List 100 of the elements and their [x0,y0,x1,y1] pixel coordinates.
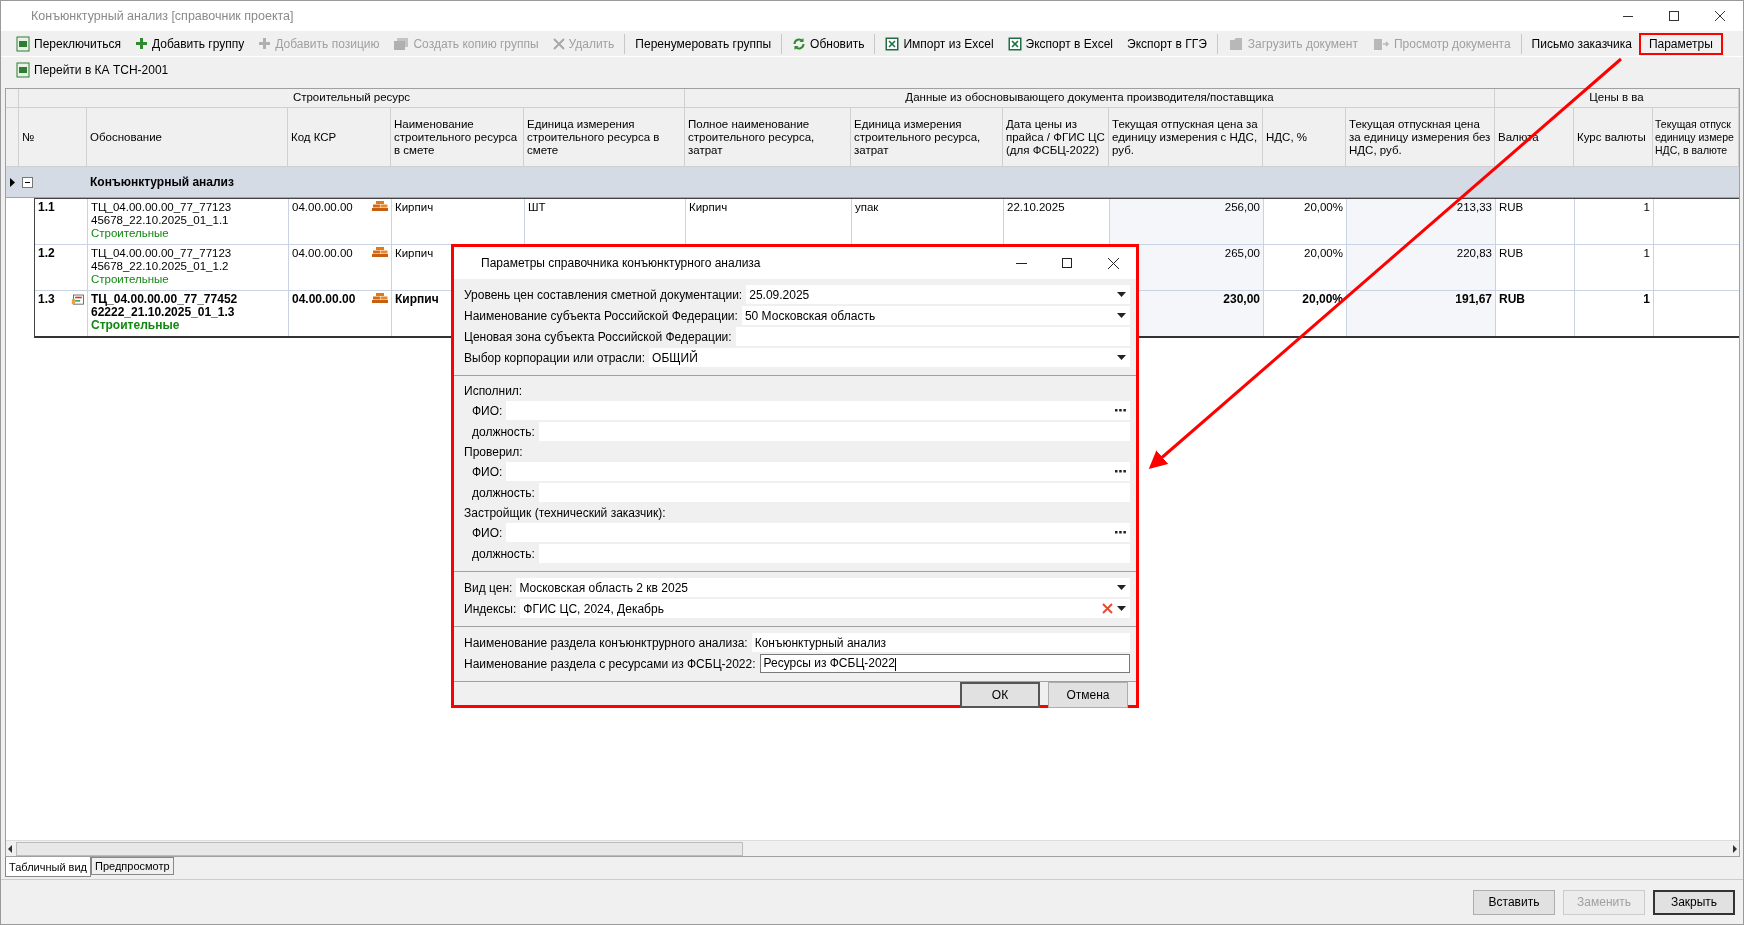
column-header[interactable]: Обоснование [87,108,288,167]
dropdown-field[interactable]: ОБЩИЙ [649,348,1130,367]
field-label: Вид цен: [464,580,513,595]
maximize-icon[interactable] [1062,258,1072,268]
close-icon[interactable] [1107,257,1119,269]
toolbar-button[interactable]: Перенумеровать группы [628,32,779,55]
table-cell: 20,00% [1302,292,1343,306]
table-cell: 220,83 [1456,247,1492,259]
table-cell: RUB [1499,247,1524,259]
field-label: ФИО: [472,525,503,540]
plus-icon [135,37,148,50]
collapse-icon[interactable] [22,176,33,188]
toolbar-button[interactable]: Экспорт в ГГЭ [1120,32,1214,55]
column-header[interactable]: Код КСР [288,108,391,167]
column-header[interactable]: Единица измерения строительного ресурса, затрат [851,108,1003,167]
column-header[interactable]: Дата цены из прайса / ФГИС ЦС (для ФСБЦ-2022) [1003,108,1109,167]
toolbar-button[interactable]: Обновить [785,32,872,55]
field-label: Ценовая зона субъекта Российской Федерации: [464,329,732,344]
minimize-icon[interactable] [1015,262,1027,264]
input-field[interactable] [506,462,1130,481]
table-cell: 20,00% [1304,247,1343,259]
row-number: 1.1 [38,201,55,214]
table-cell: RUB [1499,292,1525,306]
view-tab[interactable]: Предпросмотр [91,857,174,875]
table-cell: 04.00.00.00 [292,201,353,214]
ellipsis-icon[interactable] [1115,409,1126,412]
table-cell: 1 [1643,247,1650,259]
close-icon[interactable] [1715,11,1725,21]
table-cell: Кирпич [395,292,439,306]
column-header[interactable]: Текущая отпускная цена за единицу измерения с НДС, руб. [1109,108,1263,167]
toolbar-button[interactable]: Переключиться [9,32,128,55]
table-cell: 213,33 [1456,201,1492,213]
dropdown-field[interactable]: 50 Московская область [741,306,1130,325]
dropdown-arrow-icon[interactable] [1117,585,1126,590]
toolbar-button[interactable]: Параметры [1638,32,1723,55]
dropdown-arrow-icon[interactable] [1117,355,1126,360]
column-header[interactable]: № [19,108,87,167]
spreadsheet-icon [885,36,900,51]
category-label: Строительные [91,273,170,286]
minimize-icon[interactable] [1623,15,1633,17]
plus-icon [258,37,272,50]
column-header[interactable]: Полное наименование строительного ресурса, затрат [685,108,851,167]
document-icon [16,35,30,52]
field-label: Наименование раздела конъюнктрурного анализа: [464,635,748,650]
ellipsis-icon[interactable] [1115,531,1126,534]
toolbar-button[interactable]: Экспорт в Excel [1000,32,1121,55]
field-label: должность: [472,424,535,439]
table-cell: RUB [1499,201,1524,213]
document-icon [16,61,30,78]
column-header[interactable]: Единица измерения строительного ресурса в смете [524,108,685,167]
field-label: Выбор корпорации или отрасли: [464,350,646,365]
ellipsis-icon[interactable] [1115,470,1126,473]
input-field[interactable] [506,401,1130,420]
column-header[interactable]: Курс валюты [1574,108,1653,167]
scroll-right-icon[interactable] [1731,844,1739,853]
input-field[interactable] [506,523,1130,542]
input-field[interactable]: Конъюнктурный анализ [751,633,1130,652]
column-header[interactable]: Текущая отпуск единицу измере НДС, в валюте [1653,108,1739,167]
column-header[interactable]: Текущая отпускная цена за единицу измерения без НДС, руб. [1346,108,1495,167]
dropdown-field[interactable]: 25.09.2025 [746,285,1130,304]
toolbar-button[interactable]: Письмо заказчика [1524,32,1639,55]
dropdown-field[interactable]: Московская область 2 кв 2025 [516,578,1130,597]
field-label: ФИО: [472,464,503,479]
field-label: Наименование субъекта Российской Федерации: [464,308,738,323]
clear-icon[interactable] [1102,603,1113,614]
window-title: Конъюнктурный анализ [справочник проекта] [31,9,295,23]
table-cell: 04.00.00.00 [292,247,353,260]
scroll-left-icon[interactable] [6,844,14,853]
column-header[interactable]: Наименование строительного ресурса в смете [391,108,524,167]
maximize-icon[interactable] [1669,11,1679,21]
action-button[interactable]: Вставить [1473,889,1555,915]
input-field[interactable]: Ресурсы из ФСБЦ-2022 [759,654,1130,673]
table-cell: 22.10.2025 [1007,201,1065,213]
column-group-header: Цены в ва [1495,89,1739,108]
field-label: Наименование раздела с ресурсами из ФСБЦ-2022: [464,656,756,671]
dropdown-field[interactable]: ФГИС ЦС, 2024, Декабрь [520,599,1130,618]
dialog-button[interactable]: ОК [960,682,1040,708]
spreadsheet-icon [1007,36,1022,51]
table-cell: 256,00 [1224,201,1260,213]
column-group-header: Данные из обосновывающего документа производителя/поставщика [685,89,1495,108]
view-tab[interactable]: Табличный вид [5,857,92,877]
scrollbar-thumb[interactable] [16,841,743,856]
dropdown-arrow-icon[interactable] [1117,292,1126,297]
category-label: Строительные [91,319,181,332]
row-number: 1.2 [38,247,55,260]
group-title: Конъюнктурный анализ [89,174,235,191]
table-cell-text: ТЦ_04.00.00.00_77_77123 45678_22.10.2025_01_1.1 [91,201,233,227]
column-header[interactable]: НДС, % [1263,108,1346,167]
dropdown-arrow-icon[interactable] [1117,313,1126,318]
toolbar-button[interactable]: Импорт из Excel [878,32,1001,55]
toolbar-button[interactable]: Перейти в КА ТСН-2001 [9,58,176,81]
action-button[interactable]: Закрыть [1653,889,1735,915]
bricks-icon [372,247,388,257]
dialog-button[interactable]: Отмена [1048,682,1128,708]
dropdown-arrow-icon[interactable] [1117,606,1126,611]
field-label: ФИО: [472,403,503,418]
toolbar-button[interactable]: Добавить группу [128,32,252,55]
category-label: Строительные [91,227,170,240]
bricks-icon [372,201,388,211]
field-label: должность: [472,546,535,561]
